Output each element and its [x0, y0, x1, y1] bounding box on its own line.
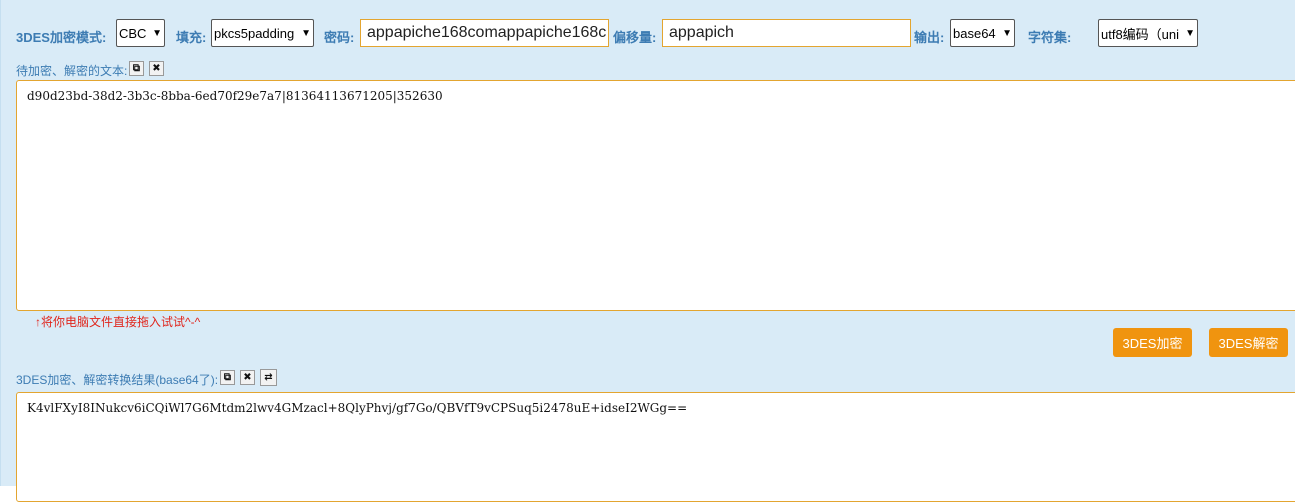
encrypt-button[interactable]: 3DES加密 — [1113, 328, 1192, 357]
mode-select-value: CBC — [119, 25, 147, 41]
output-text: K4vlFXyI8INukcv6iCQiWl7G6Mtdm2lwv4GMzacl… — [27, 401, 688, 415]
options-toolbar: 3DES加密模式: CBC ▼ 填充: pkcs5padding ▼ 密码: app… — [1, 17, 1295, 51]
des-tool-panel: 3DES加密模式: CBC ▼ 填充: pkcs5padding ▼ 密码: app… — [0, 0, 1295, 502]
password-input[interactable]: appapiche168comappapiche168c — [360, 19, 609, 47]
input-text: d90d23bd-38d2-3b3c-8bba-6ed70f29e7a7|813… — [27, 89, 443, 103]
mode-label: 3DES加密模式: — [16, 30, 107, 45]
chevron-down-icon: ▼ — [152, 27, 162, 39]
password-label: 密码: — [324, 30, 355, 45]
input-label: 待加密、解密的文本: — [16, 64, 128, 78]
offset-label: 偏移量: — [613, 30, 657, 45]
clear-icon[interactable]: ✖ — [149, 61, 164, 76]
drag-hint: ↑将你电脑文件直接拖入试试^-^ — [35, 315, 201, 329]
clear-icon[interactable]: ✖ — [240, 370, 255, 385]
decrypt-button[interactable]: 3DES解密 — [1209, 328, 1288, 357]
padding-select-value: pkcs5padding — [214, 25, 295, 41]
padding-label: 填充: — [176, 30, 207, 45]
output-result-label: 3DES加密、解密转换结果(base64了): — [16, 373, 219, 387]
padding-select[interactable]: pkcs5padding ▼ — [211, 19, 314, 47]
copy-icon[interactable]: ⧉ — [129, 61, 144, 76]
chevron-down-icon: ▼ — [1002, 27, 1012, 39]
charset-label: 字符集: — [1028, 30, 1072, 45]
charset-select[interactable]: utf8编码（uni ▼ — [1098, 19, 1198, 47]
copy-icon[interactable]: ⧉ — [220, 370, 235, 385]
output-select[interactable]: base64 ▼ — [950, 19, 1015, 47]
output-select-value: base64 — [953, 25, 996, 41]
input-textarea[interactable]: d90d23bd-38d2-3b3c-8bba-6ed70f29e7a7|813… — [16, 80, 1295, 311]
output-label: 输出: — [914, 30, 945, 45]
charset-select-value: utf8编码（uni — [1101, 26, 1180, 42]
mode-select[interactable]: CBC ▼ — [116, 19, 165, 47]
chevron-down-icon: ▼ — [301, 27, 311, 39]
offset-input[interactable]: appapich — [662, 19, 911, 47]
chevron-down-icon: ▼ — [1185, 27, 1195, 39]
swap-icon[interactable]: ⇄ — [260, 369, 277, 386]
